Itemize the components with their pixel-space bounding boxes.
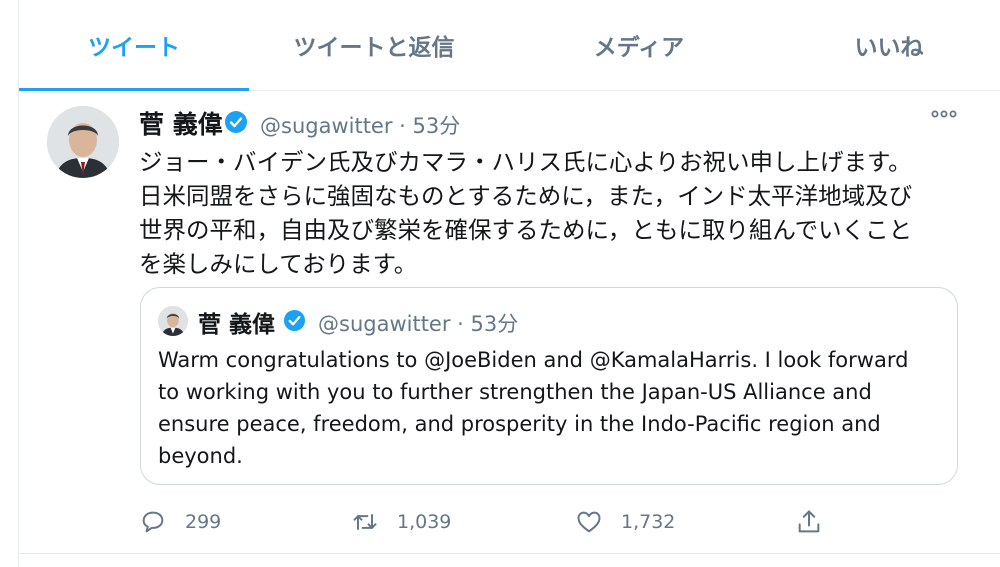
tweet-divider xyxy=(19,553,1000,554)
like-count: 1,732 xyxy=(621,511,676,533)
quoted-verified-badge-icon xyxy=(283,309,306,332)
avatar-photo xyxy=(47,106,119,178)
quoted-tweet[interactable]: 菅 義偉 @sugawitter · 53分 Warm congratulati… xyxy=(140,287,958,485)
retweet-button[interactable]: 1,039 xyxy=(351,502,451,542)
reply-icon xyxy=(142,511,164,533)
avatar[interactable] xyxy=(47,106,119,178)
more-horizontal-icon[interactable] xyxy=(930,104,958,124)
like-button[interactable]: 1,732 xyxy=(575,502,675,542)
tab-tweets[interactable]: ツイート xyxy=(19,0,249,91)
quoted-avatar[interactable] xyxy=(158,306,188,336)
tab-media[interactable]: メディア xyxy=(539,0,739,90)
author-handle-timestamp[interactable]: @sugawitter · 53分 xyxy=(260,110,460,140)
reply-button[interactable]: 299 xyxy=(139,502,221,542)
share-button[interactable] xyxy=(795,502,841,542)
profile-tabs: ツイート ツイートと返信 メディア いいね xyxy=(19,0,1000,91)
heart-icon xyxy=(577,511,601,533)
quoted-avatar-photo xyxy=(158,306,188,336)
tab-tweets-and-replies[interactable]: ツイートと返信 xyxy=(249,0,499,90)
reply-count: 299 xyxy=(185,511,222,533)
share-icon xyxy=(798,510,820,533)
tweet-text: ジョー・バイデン氏及びカマラ・ハリス氏に心よりお祝い申し上げます。 日米同盟をさ… xyxy=(139,148,913,278)
retweet-count: 1,039 xyxy=(397,511,452,533)
quoted-handle-timestamp[interactable]: @sugawitter · 53分 xyxy=(318,308,518,338)
tweet-actions: 299 1,039 1,732 xyxy=(139,502,959,542)
retweet-icon xyxy=(353,514,377,530)
tab-likes[interactable]: いいね xyxy=(799,0,979,90)
author-name[interactable]: 菅 義偉 xyxy=(139,105,223,141)
quoted-author-name[interactable]: 菅 義偉 xyxy=(198,305,275,339)
verified-badge-icon xyxy=(225,111,247,133)
quoted-tweet-text: Warm congratulations to @JoeBiden and @K… xyxy=(158,348,909,468)
